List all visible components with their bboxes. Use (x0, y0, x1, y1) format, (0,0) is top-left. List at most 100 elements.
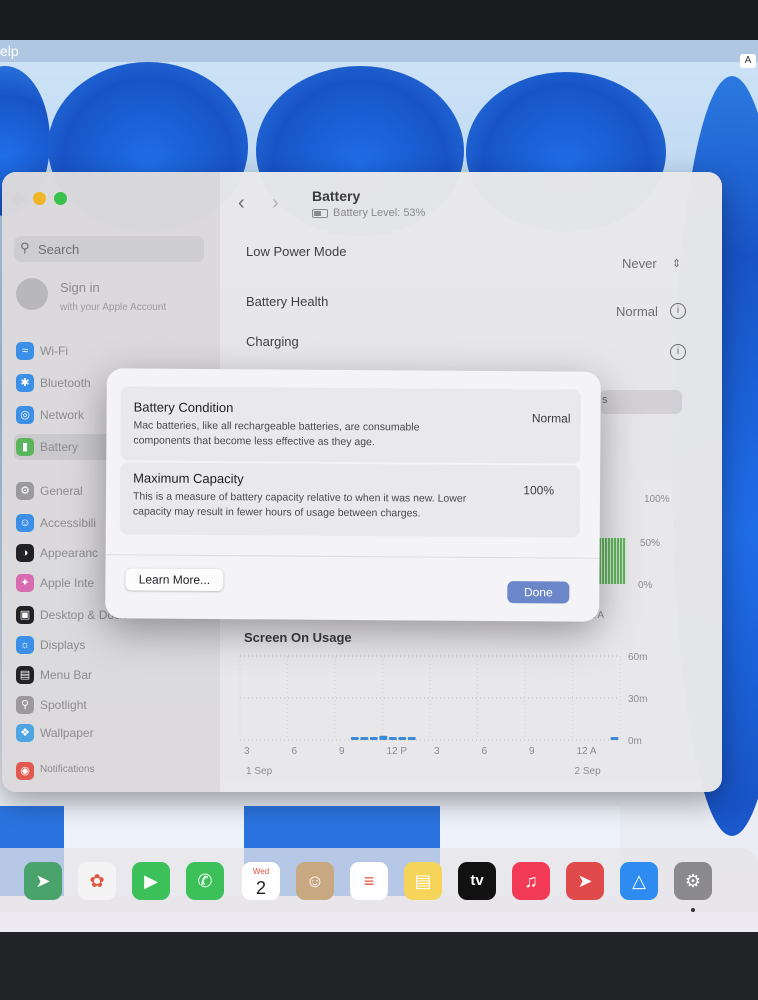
calendar-icon[interactable]: Wed 2 (242, 862, 280, 900)
spotlight-icon: ⚲ (16, 696, 34, 714)
battery-health-value: Normal (616, 304, 658, 319)
maximum-capacity-title: Maximum Capacity (133, 470, 244, 487)
apple-tv-label: tv (470, 872, 484, 889)
done-button[interactable]: Done (507, 581, 570, 604)
sidebar-item-label: Appearanc (40, 546, 99, 560)
maximum-capacity-value: 100% (523, 483, 555, 498)
sidebar-item-label: Accessibili (40, 516, 97, 530)
x-group-label: 2 Sep (575, 766, 602, 777)
search-field[interactable]: ⚲ Search (14, 236, 204, 262)
wifi-icon: ≈ (16, 342, 34, 360)
x-tick-label: 6 (482, 746, 488, 757)
usage-bar (610, 737, 619, 740)
usage-bar (350, 737, 359, 740)
charging-info-icon[interactable]: i (670, 344, 686, 360)
sidebar-item-label: Wallpaper (40, 726, 94, 740)
reminders-icon[interactable]: ≡ (350, 862, 388, 900)
sidebar-item-spotlight[interactable]: ⚲ Spotlight (14, 692, 210, 718)
usage-bar (388, 737, 397, 740)
sidebar-item-menu-bar[interactable]: ▤ Menu Bar (14, 662, 210, 688)
running-indicator (691, 908, 695, 912)
maximum-capacity-line-2: capacity may result in fewer hours of us… (132, 505, 421, 520)
accessibility-icon: ☺ (16, 514, 34, 532)
battery-health-info-icon[interactable]: i (670, 303, 686, 319)
battery-condition-title: Battery Condition (133, 399, 234, 416)
launchpad-icon[interactable]: ➤ (566, 862, 604, 900)
appearance-icon: ◑ (16, 544, 34, 562)
photos-icon[interactable]: ✿ (78, 862, 116, 900)
phone-icon[interactable]: ✆ (186, 862, 224, 900)
close-button[interactable] (12, 192, 25, 205)
usage-range-tab-label: s (602, 394, 608, 406)
search-placeholder: Search (38, 242, 80, 257)
calendar-day: 2 (255, 878, 266, 898)
learn-more-button[interactable]: Learn More... (125, 568, 224, 592)
select-stepper-icon[interactable]: ⇕ (672, 257, 681, 270)
maximum-capacity-card: Maximum Capacity 100% This is a measure … (119, 462, 581, 538)
sidebar-item-label: General (40, 484, 83, 498)
usage-bar (398, 737, 407, 740)
wallpaper-icon: ❖ (16, 724, 34, 742)
sidebar-item-displays[interactable]: ☼ Displays (14, 632, 210, 658)
avatar-icon (16, 278, 48, 310)
level-axis-label: 100% (644, 494, 670, 505)
menu-bar: elp A (0, 40, 758, 68)
battery-condition-line-2: components that become less effective as… (133, 434, 375, 449)
contacts-icon[interactable]: ☺ (296, 862, 334, 900)
menu-bar-icon: ▤ (16, 666, 34, 684)
usage-bar (369, 737, 378, 740)
sidebar-item-wallpaper[interactable]: ❖ Wallpaper (14, 720, 210, 746)
battery-level-icon (312, 208, 328, 218)
sidebar-item-label: Spotlight (40, 698, 87, 712)
input-source-badge[interactable]: A (740, 54, 756, 68)
page-title: Battery (312, 188, 361, 204)
sign-in-item[interactable]: Sign in with your Apple Account (16, 278, 216, 318)
zoom-button[interactable] (54, 192, 67, 205)
usage-range-tabs[interactable]: s (600, 390, 682, 414)
low-power-mode-select[interactable]: Never (622, 256, 657, 271)
dock-icon: ▣ (16, 606, 34, 624)
level-axis-label: 50% (640, 538, 661, 549)
notifications-icon: ◉ (16, 762, 34, 780)
forward-button[interactable]: › (272, 192, 279, 215)
sidebar-item-notifications[interactable]: ◉ Notifications (14, 758, 210, 784)
x-tick-label: 12 P (387, 746, 408, 757)
sidebar-item-label: Menu Bar (40, 668, 93, 682)
x-tick-label: 9 (339, 746, 345, 757)
system-settings-icon[interactable]: ⚙ (674, 862, 712, 900)
level-axis-label: 0% (638, 580, 653, 591)
battery-level-text: Battery Level: 53% (333, 207, 426, 219)
bluetooth-icon: ✱ (16, 374, 34, 392)
battery-level-bars (596, 538, 626, 584)
usage-bar (360, 737, 369, 740)
app-store-icon[interactable]: △ (620, 862, 658, 900)
y-tick-label: 60m (628, 652, 647, 663)
battery-health-label: Battery Health (246, 294, 329, 309)
sidebar-item-wifi[interactable]: ≈ Wi-Fi (14, 338, 210, 364)
music-icon[interactable]: ♫ (512, 862, 550, 900)
y-tick-label: 30m (628, 694, 647, 705)
x-tick-label: 3 (244, 746, 250, 757)
sidebar-item-label: Wi-Fi (40, 344, 68, 358)
apple-intelligence-icon: ✦ (16, 574, 34, 592)
charging-label: Charging (246, 334, 299, 349)
back-button[interactable]: ‹ (238, 192, 245, 215)
screen-on-usage-chart: 60m 30m 0m 3 6 9 12 P 3 6 9 12 A 1 Sep 2 Sep (239, 652, 647, 777)
apple-tv-icon[interactable]: tv (458, 862, 496, 900)
x-tick-label: 6 (292, 746, 298, 757)
minimize-button[interactable] (33, 192, 46, 205)
screen-bezel-bottom (0, 932, 758, 1000)
maps-icon[interactable]: ➤ (24, 862, 62, 900)
network-icon: ◎ (16, 406, 34, 424)
y-tick-label: 0m (628, 736, 642, 747)
battery-health-sheet: Battery Condition Normal Mac batteries, … (105, 368, 601, 622)
x-tick-label: 3 (434, 746, 440, 757)
sidebar-item-label: Network (40, 408, 85, 422)
facetime-icon[interactable]: ▶ (132, 862, 170, 900)
notes-icon[interactable]: ▤ (404, 862, 442, 900)
usage-bar (407, 737, 416, 740)
help-menu[interactable]: elp (0, 43, 19, 59)
x-tick-label: 9 (529, 746, 535, 757)
dock: ➤ ✿ ▶ ✆ Wed 2 ☺ ≡ ▤ tv ♫ ➤ △ ⚙ (0, 848, 758, 912)
gear-icon: ⚙ (16, 482, 34, 500)
